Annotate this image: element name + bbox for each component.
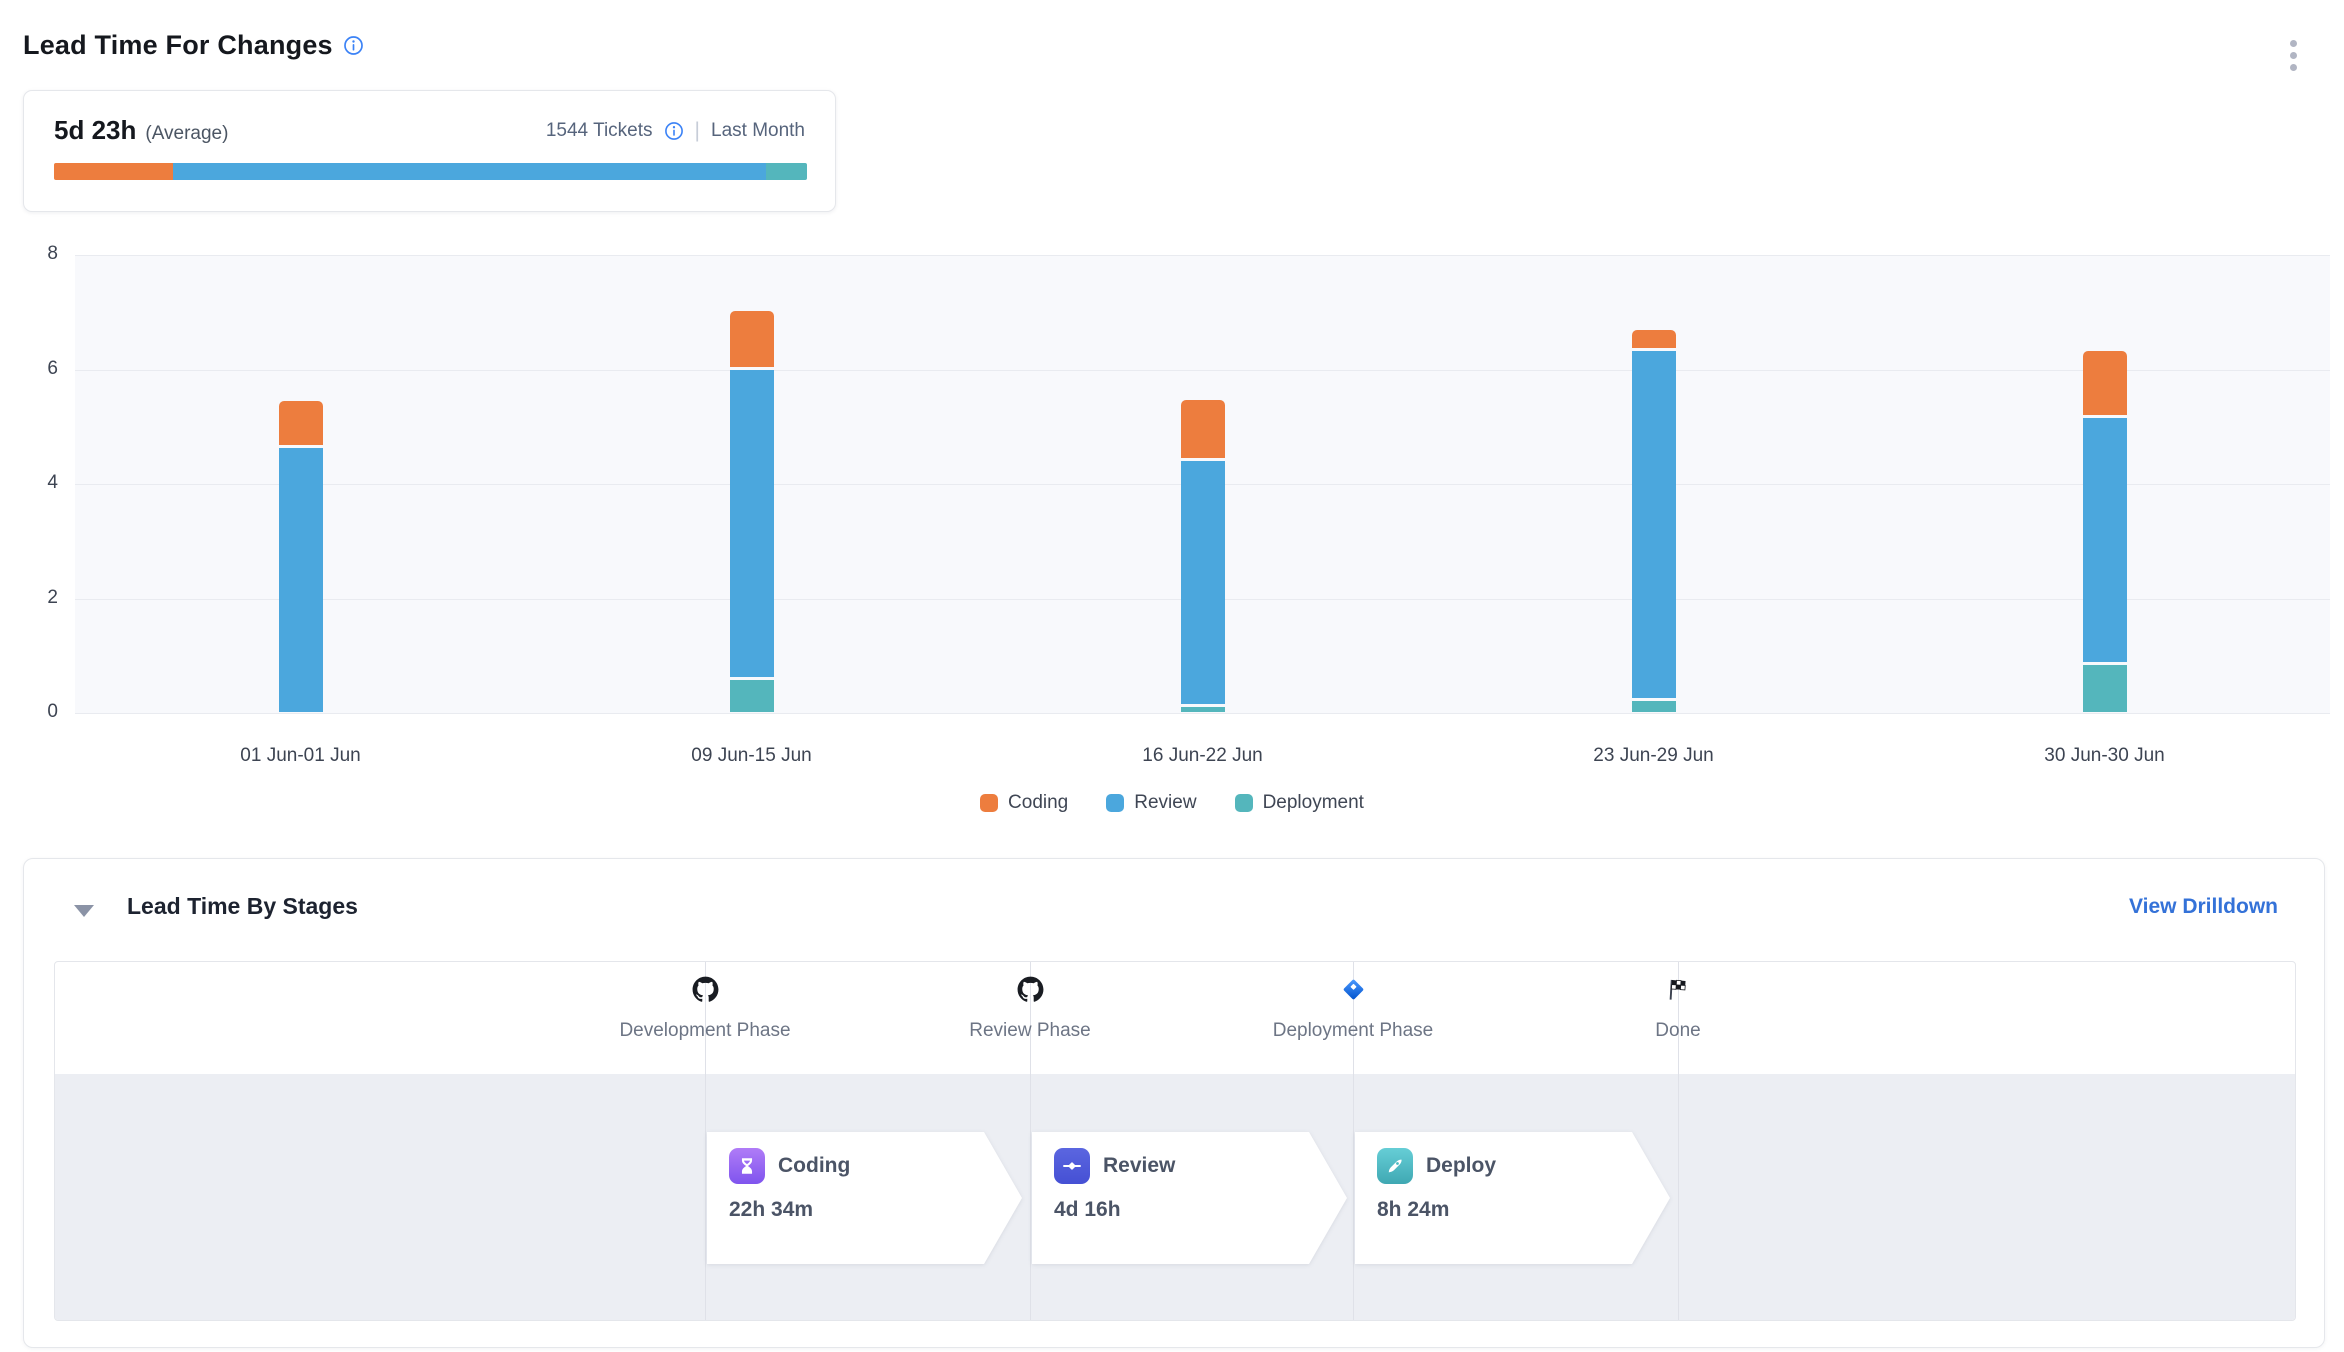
legend-item-deployment[interactable]: Deployment [1235, 792, 1364, 814]
stage-card-header: Review [1054, 1148, 1347, 1184]
stage-card-body: Review 4d 16h [1032, 1132, 1347, 1264]
page-title: Lead Time For Changes [23, 30, 333, 61]
bar-segment-review [2083, 418, 2127, 662]
bar-stack-3[interactable] [1181, 400, 1225, 712]
average-group: 5d 23h (Average) [54, 115, 228, 146]
legend-swatch-icon [1106, 794, 1124, 812]
bar-segment-review [279, 448, 323, 712]
y-axis-tick-label: 4 [0, 472, 58, 494]
legend-label: Coding [1008, 792, 1068, 814]
stage-title: Deploy [1426, 1154, 1496, 1178]
summary-row: 5d 23h (Average) 1544 Tickets | Last Mon… [54, 115, 805, 146]
lead-time-distribution-bar [54, 163, 807, 180]
bar-segment-coding [2083, 351, 2127, 415]
distribution-segment-coding [54, 163, 173, 180]
phase-column-3: Deployment Phase [1213, 976, 1493, 1042]
stage-card-review: Review 4d 16h [1032, 1132, 1347, 1264]
tickets-group: 1544 Tickets | Last Month [546, 119, 805, 143]
bar-segment-review [1632, 351, 1676, 698]
legend-item-review[interactable]: Review [1106, 792, 1196, 814]
stage-card-coding: Coding 22h 34m [707, 1132, 1022, 1264]
distribution-segment-deployment [766, 163, 807, 180]
stages-panel-header: Lead Time By Stages View Drilldown [24, 859, 2324, 949]
info-icon[interactable] [343, 35, 364, 56]
legend-swatch-icon [1235, 794, 1253, 812]
bar-stack-5[interactable] [2083, 351, 2127, 712]
tickets-count: 1544 Tickets [546, 120, 653, 142]
bar-segment-review [730, 370, 774, 677]
separator: | [695, 119, 700, 143]
gridline-y6 [75, 370, 2330, 371]
average-label: (Average) [145, 123, 228, 145]
chart-plot-area [75, 255, 2330, 713]
phase-column-2: Review Phase [890, 976, 1170, 1042]
bar-segment-deployment [1181, 707, 1225, 712]
github-icon [692, 976, 719, 1008]
x-axis-tick-label: 30 Jun-30 Jun [1995, 745, 2215, 767]
view-drilldown-link[interactable]: View Drilldown [2129, 895, 2278, 919]
bar-segment-coding [279, 401, 323, 445]
y-axis-tick-label: 0 [0, 701, 58, 723]
widget-header: Lead Time For Changes [23, 30, 364, 61]
github-icon [1017, 976, 1044, 1008]
bar-segment-review [1181, 461, 1225, 704]
bar-segment-deployment [2083, 665, 2127, 712]
hourglass-icon [729, 1148, 765, 1184]
phase-column-4: Done [1538, 976, 1818, 1042]
caret-down-icon[interactable] [74, 905, 94, 917]
rocket-icon [1377, 1148, 1413, 1184]
commit-icon [1054, 1148, 1090, 1184]
x-axis-tick-label: 23 Jun-29 Jun [1544, 745, 1764, 767]
kebab-menu-icon[interactable] [2286, 36, 2301, 75]
gridline-y0 [75, 713, 2330, 714]
bar-segment-deployment [730, 680, 774, 712]
stage-card-body: Deploy 8h 24m [1355, 1132, 1670, 1264]
stage-duration-value: 22h 34m [729, 1198, 1022, 1222]
lead-time-by-stages-panel: Lead Time By Stages View Drilldown Devel… [23, 858, 2325, 1348]
bar-segment-coding [1181, 400, 1225, 458]
stage-table: Development Phase Review Phase Deployment … [54, 961, 2296, 1321]
distribution-segment-review [173, 163, 766, 180]
phase-label: Done [1655, 1020, 1700, 1042]
stage-card-body: Coding 22h 34m [707, 1132, 1022, 1264]
phase-label: Review Phase [969, 1020, 1090, 1042]
bar-stack-1[interactable] [279, 401, 323, 712]
finish-flag-icon [1665, 976, 1692, 1008]
legend-label: Review [1134, 792, 1196, 814]
bar-segment-deployment [1632, 701, 1676, 712]
legend-swatch-icon [980, 794, 998, 812]
y-axis-tick-label: 6 [0, 358, 58, 380]
y-axis-tick-label: 2 [0, 587, 58, 609]
summary-card: 5d 23h (Average) 1544 Tickets | Last Mon… [23, 90, 836, 212]
stage-duration-value: 4d 16h [1054, 1198, 1347, 1222]
bar-stack-2[interactable] [730, 311, 774, 712]
lead-time-for-changes-widget: Lead Time For Changes 5d 23h (Average) 1… [0, 0, 2344, 1352]
x-axis-tick-label: 09 Jun-15 Jun [642, 745, 862, 767]
chart-legend: Coding Review Deployment [0, 792, 2344, 814]
stage-card-deploy: Deploy 8h 24m [1355, 1132, 1670, 1264]
stage-card-header: Coding [729, 1148, 1022, 1184]
legend-label: Deployment [1263, 792, 1364, 814]
stage-card-header: Deploy [1377, 1148, 1670, 1184]
average-value: 5d 23h [54, 115, 136, 146]
bar-segment-coding [730, 311, 774, 366]
phase-label: Deployment Phase [1273, 1020, 1434, 1042]
jira-icon [1340, 976, 1367, 1008]
period-label: Last Month [711, 120, 805, 142]
phase-label: Development Phase [619, 1020, 790, 1042]
stage-title: Coding [778, 1154, 850, 1178]
gridline-y8 [75, 255, 2330, 256]
y-axis-tick-label: 8 [0, 243, 58, 265]
bar-stack-4[interactable] [1632, 330, 1676, 712]
lead-time-chart: Coding Review Deployment 0 2 4 6 8 01 Jun-01 Ju… [0, 230, 2344, 830]
stage-title: Review [1103, 1154, 1175, 1178]
legend-item-coding[interactable]: Coding [980, 792, 1068, 814]
x-axis-tick-label: 16 Jun-22 Jun [1093, 745, 1313, 767]
stage-duration-value: 8h 24m [1377, 1198, 1670, 1222]
stages-title: Lead Time By Stages [127, 893, 358, 920]
bar-segment-coding [1632, 330, 1676, 348]
x-axis-tick-label: 01 Jun-01 Jun [191, 745, 411, 767]
tickets-info-icon[interactable] [664, 121, 684, 141]
phase-column-1: Development Phase [565, 976, 845, 1042]
